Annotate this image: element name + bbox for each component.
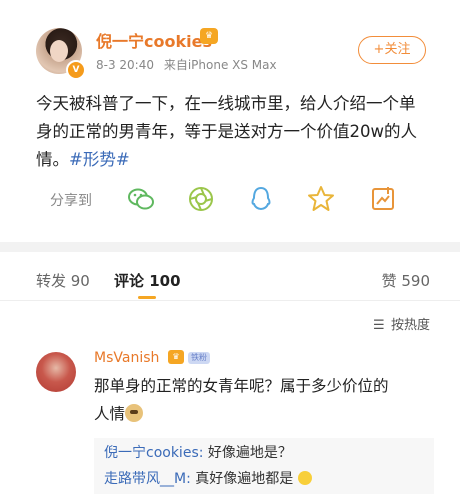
laugh-emoji-icon (297, 471, 312, 485)
wechat-icon[interactable] (126, 184, 156, 214)
follow-button[interactable]: +关注 (358, 36, 426, 64)
avatar[interactable] (36, 352, 76, 392)
weibo-post-page: V 倪一宁cookies ♛ 8-3 20:40 来自iPhone XS Max… (0, 0, 460, 494)
reply-item: 倪一宁cookies: 好像遍地是？ (104, 440, 424, 466)
share-label: 分享到 (50, 193, 92, 209)
save-image-icon[interactable] (368, 184, 398, 214)
sort-control[interactable]: ☰ 按热度 (373, 314, 430, 333)
comment-text-line: 人情 (94, 400, 434, 428)
reply-text: 好像遍地是？ (203, 445, 292, 461)
moments-icon[interactable] (186, 184, 216, 214)
qzone-icon[interactable] (306, 184, 336, 214)
verified-icon: V (66, 60, 86, 80)
comment-item: MsVanish ♛ 铁粉 那单身的正常的女青年呢？属于多少价位的 人情 倪一宁… (0, 346, 460, 496)
comment-text-end: 人情 (94, 405, 126, 423)
comment-text-line: 那单身的正常的女青年呢？属于多少价位的 (94, 377, 389, 395)
tab-comment[interactable]: 评论 100 (114, 270, 181, 291)
sort-label: 按热度 (390, 318, 430, 333)
doge-emoji-icon (125, 404, 144, 422)
post-body: 今天被科普了一下，在一线城市里，给人介绍一个单 身的正常的男青年，等于是送对方一… (36, 90, 426, 174)
comment-username[interactable]: MsVanish (94, 350, 159, 366)
post-text-end: 情。 (36, 150, 69, 169)
tab-bar: 转发 90 评论 100 赞 590 (0, 262, 460, 301)
tab-repost[interactable]: 转发 90 (36, 270, 90, 291)
share-row: 分享到 (36, 182, 436, 222)
post-source: 来自iPhone XS Max (163, 58, 277, 72)
vip-icon: ♛ (200, 28, 218, 44)
sort-icon: ☰ (372, 318, 385, 333)
reply-username[interactable]: 走路带风__M: (104, 471, 191, 487)
reply-username[interactable]: 倪一宁cookies: (104, 445, 203, 461)
avatar-face (50, 40, 68, 62)
post-meta: 8-3 20:40 来自iPhone XS Max (96, 56, 283, 73)
post-text-line: 情。#形势# (36, 146, 426, 174)
post-username[interactable]: 倪一宁cookies (96, 28, 212, 52)
hashtag-link[interactable]: #形势# (69, 150, 130, 169)
reply-text: 真好像遍地都是 (190, 471, 294, 487)
fan-badge: 铁粉 (188, 352, 210, 364)
reply-box[interactable]: 倪一宁cookies: 好像遍地是？ 走路带风__M: 真好像遍地都是 (94, 438, 434, 494)
active-tab-indicator (138, 296, 156, 299)
section-divider (0, 242, 460, 252)
post-header: V 倪一宁cookies ♛ 8-3 20:40 来自iPhone XS Max… (0, 22, 460, 82)
post-date: 8-3 20:40 (96, 58, 154, 72)
post-text-line: 今天被科普了一下，在一线城市里，给人介绍一个单 (36, 94, 416, 113)
qq-icon[interactable] (246, 184, 276, 214)
comment-text: 那单身的正常的女青年呢？属于多少价位的 人情 (94, 372, 434, 428)
vip-icon: ♛ (168, 350, 184, 364)
reply-item: 走路带风__M: 真好像遍地都是 (104, 466, 424, 492)
tab-like[interactable]: 赞 590 (382, 270, 430, 291)
post-text-line: 身的正常的男青年，等于是送对方一个价值20w的人 (36, 122, 417, 141)
